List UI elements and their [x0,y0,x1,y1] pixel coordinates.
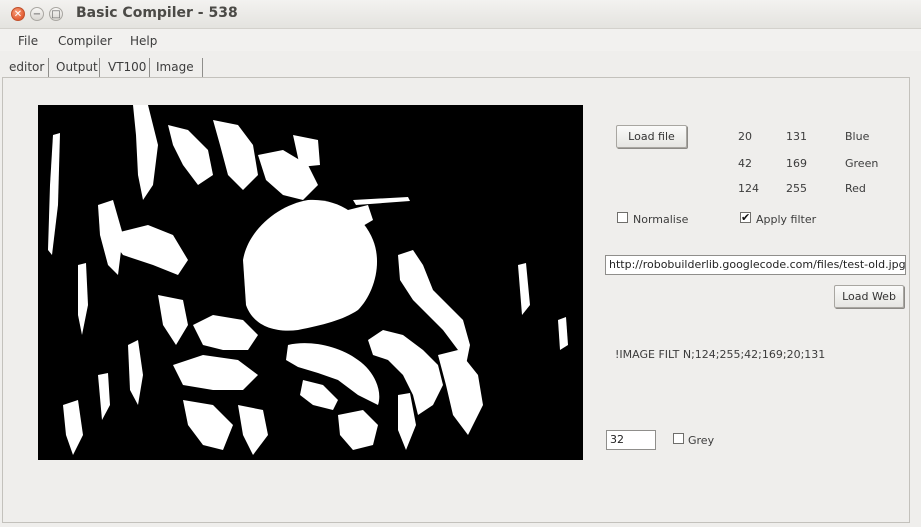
filtered-image [38,105,583,460]
tab-divider [202,58,203,77]
blue-min-value: 20 [738,130,752,143]
tab-output[interactable]: Output [52,60,102,74]
tab-vt100[interactable]: VT100 [104,60,150,74]
menu-file[interactable]: File [18,34,38,48]
tab-divider [48,58,49,77]
maximize-icon[interactable]: □ [49,7,63,21]
blue-max-value: 131 [786,130,807,143]
tab-divider [149,58,150,77]
red-max-value: 255 [786,182,807,195]
filter-command-text: !IMAGE FILT N;124;255;42;169;20;131 [615,348,826,361]
grey-label: Grey [688,434,715,447]
minimize-icon[interactable]: − [30,7,44,21]
tab-editor[interactable]: editor [5,60,48,74]
blue-label: Blue [845,130,870,143]
menu-bar: File Compiler Help [0,29,921,51]
title-bar: ✕ − □ Basic Compiler - 538 [0,0,921,29]
apply-filter-label: Apply filter [756,213,817,226]
tab-divider [99,58,100,77]
close-icon[interactable]: ✕ [11,7,25,21]
load-file-button[interactable]: Load file [616,125,687,148]
normalise-label: Normalise [633,213,689,226]
normalise-checkbox[interactable] [617,212,628,223]
menu-compiler[interactable]: Compiler [58,34,112,48]
window-title: Basic Compiler - 538 [76,5,238,21]
green-label: Green [845,157,879,170]
red-min-value: 124 [738,182,759,195]
green-max-value: 169 [786,157,807,170]
filtered-image-graphic [38,105,583,460]
menu-help[interactable]: Help [130,34,157,48]
grey-checkbox[interactable] [673,433,684,444]
tab-image[interactable]: Image [152,60,198,74]
green-min-value: 42 [738,157,752,170]
url-field[interactable]: http://robobuilderlib.googlecode.com/fil… [605,255,906,275]
load-web-button[interactable]: Load Web [834,285,904,308]
tab-strip: editor Output VT100 Image [0,57,921,78]
red-label: Red [845,182,866,195]
apply-filter-checkbox[interactable]: ✔ [740,212,751,223]
threshold-field[interactable]: 32 [606,430,656,450]
